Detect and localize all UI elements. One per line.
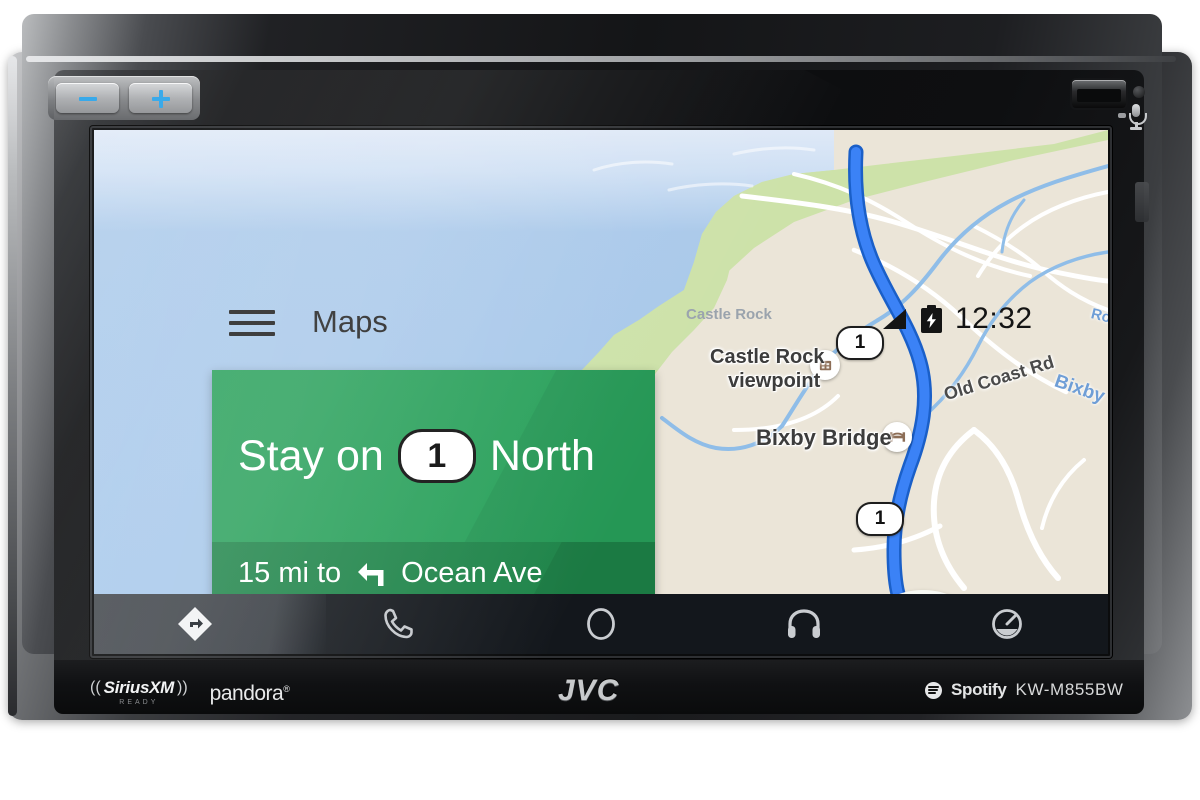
page-title: Maps [312, 304, 388, 339]
nav-instruction-primary: Stay on 1 North [212, 370, 655, 542]
chassis-top-edge-highlight [26, 56, 1176, 62]
menu-button[interactable] [229, 308, 275, 338]
navigation-diamond-icon [178, 607, 213, 641]
status-bar: 12:32 [880, 302, 1033, 336]
pandora-label: pandora [209, 682, 284, 705]
volume-up-button[interactable] [129, 83, 192, 113]
map-label-viewpoint: viewpoint [728, 370, 821, 392]
nav-next-distance: 15 mi to [238, 557, 342, 589]
sound-wave-right-icon: )) [177, 679, 188, 696]
ir-sensor [1135, 182, 1149, 222]
phone-icon [384, 608, 413, 639]
status-clock: 12:32 [955, 302, 1033, 335]
app-bar-item-car[interactable] [905, 594, 1108, 654]
status-led [1118, 113, 1126, 118]
brand-badges-left: (( SiriusXM )) READY pandora® [90, 678, 290, 706]
spotify-label: Spotify [951, 680, 1007, 699]
pandora-badge: pandora® [210, 682, 290, 706]
jvc-logo: JVC [558, 674, 620, 707]
volume-rocker [48, 76, 200, 120]
map-label-bixby-bridge: Bixby Bridge [756, 425, 892, 450]
reset-dot-icon [1133, 86, 1145, 98]
device-microphone-icon [1128, 104, 1147, 130]
siriusxm-badge: (( SiriusXM )) READY [90, 678, 188, 706]
pandora-registered-mark: ® [283, 684, 290, 694]
speedometer-icon [991, 609, 1022, 639]
headphones-icon [787, 609, 820, 638]
nav-route-shield: 1 [397, 429, 476, 483]
app-bar-item-home[interactable] [500, 594, 703, 654]
siriusxm-ready-label: READY [119, 699, 159, 706]
disc-slot [1072, 80, 1126, 108]
charging-bolt-icon [926, 313, 936, 328]
map-label-castle-rock: Castle Rock [710, 346, 825, 368]
highway-shield-north[interactable]: 1 [836, 326, 884, 360]
circle-home-icon [587, 608, 615, 640]
app-bar-item-media[interactable] [702, 594, 905, 654]
plus-icon [150, 87, 172, 109]
minus-icon [77, 87, 99, 109]
sound-wave-left-icon: (( [90, 679, 101, 696]
brand-badges-right: Spotify KW-M855BW [925, 680, 1124, 700]
screenshot-root: 1 1 Castle Rock Castle Rock viewpoint Bi… [0, 0, 1200, 800]
lcd-bezel: 1 1 Castle Rock Castle Rock viewpoint Bi… [90, 126, 1112, 658]
hamburger-icon [229, 310, 275, 314]
nav-instruction-suffix: North [489, 431, 595, 480]
app-bar-item-navigation[interactable] [94, 594, 297, 654]
app-bar-item-phone[interactable] [297, 594, 500, 654]
volume-down-button[interactable] [56, 83, 119, 113]
app-bar [94, 594, 1108, 654]
nav-next-street: Ocean Ave [401, 557, 543, 589]
map-label-castle-rock-offshore: Castle Rock [686, 306, 772, 323]
highway-shield-south[interactable]: 1 [856, 502, 904, 536]
turn-left-icon [358, 562, 384, 586]
model-number: KW-M855BW [1015, 680, 1124, 699]
spotify-icon [925, 681, 942, 699]
chassis-left-edge-highlight [8, 56, 17, 716]
signal-bars-icon [883, 309, 906, 329]
siriusxm-label: SiriusXM [103, 678, 175, 697]
battery-charging-icon [921, 305, 942, 333]
nav-instruction-prefix: Stay on [238, 431, 384, 480]
touchscreen[interactable]: 1 1 Castle Rock Castle Rock viewpoint Bi… [94, 130, 1108, 654]
